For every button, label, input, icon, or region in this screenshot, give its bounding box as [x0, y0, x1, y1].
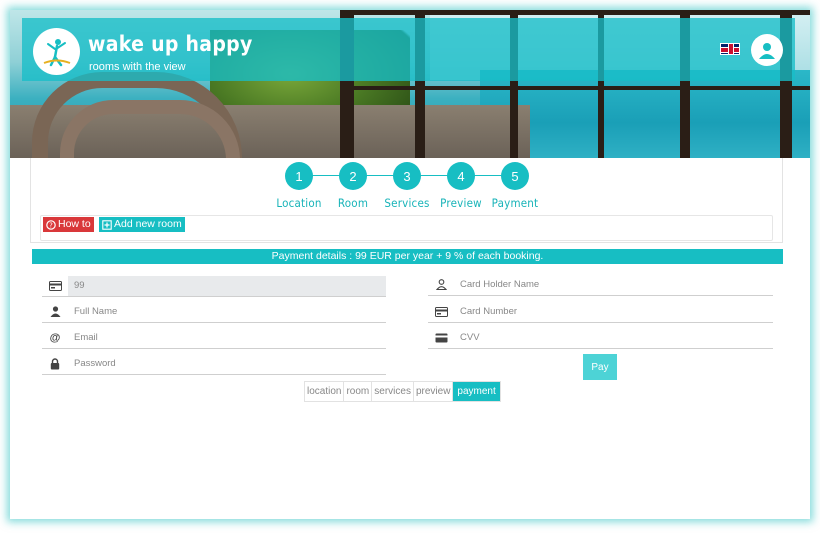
- pay-button[interactable]: Pay: [583, 354, 617, 380]
- full-name-input[interactable]: [68, 301, 386, 322]
- step-2-badge[interactable]: 2: [339, 162, 367, 190]
- brand-bar: wake up happy rooms with the view: [22, 18, 795, 81]
- brand-subtitle: rooms with the view: [89, 61, 186, 73]
- step-pager: location room services preview payment: [304, 381, 501, 402]
- user-icon: [42, 306, 68, 317]
- svg-text:?: ?: [49, 221, 53, 229]
- credit-card-icon: [42, 280, 68, 291]
- credit-card-back-icon: [428, 333, 454, 343]
- cvv-input[interactable]: [454, 327, 773, 348]
- user-outline-icon: [428, 279, 454, 290]
- user-avatar-icon[interactable]: [751, 34, 783, 66]
- lock-icon: [42, 357, 68, 370]
- amount-field[interactable]: [42, 275, 386, 297]
- email-field[interactable]: @: [42, 327, 386, 349]
- howto-label: How to: [58, 218, 91, 230]
- pager-services[interactable]: services: [372, 382, 414, 401]
- password-field[interactable]: [42, 353, 386, 375]
- card-number-input[interactable]: [454, 301, 773, 322]
- hero-banner: wake up happy rooms with the view: [10, 10, 810, 158]
- step-3-badge[interactable]: 3: [393, 162, 421, 190]
- step-4-badge[interactable]: 4: [447, 162, 475, 190]
- card-holder-field[interactable]: [428, 274, 773, 296]
- at-sign-icon: @: [49, 331, 61, 344]
- cvv-field[interactable]: [428, 327, 773, 349]
- logo[interactable]: [33, 28, 80, 75]
- amount-input[interactable]: [68, 275, 386, 296]
- card-holder-input[interactable]: [454, 274, 773, 295]
- plus-square-icon: [102, 219, 112, 230]
- pager-room[interactable]: room: [344, 382, 373, 401]
- add-room-label: Add new room: [114, 218, 182, 230]
- howto-button[interactable]: ? How to: [43, 217, 94, 232]
- card-number-field[interactable]: [428, 301, 773, 323]
- pager-payment[interactable]: payment: [453, 382, 500, 401]
- password-input[interactable]: [68, 353, 386, 374]
- pager-location[interactable]: location: [305, 382, 345, 401]
- payment-details-banner: Payment details : 99 EUR per year + 9 % …: [32, 249, 783, 264]
- brand-title: wake up happy: [88, 32, 253, 56]
- hero-beam: [340, 86, 810, 90]
- step-5-badge[interactable]: 5: [501, 162, 529, 190]
- add-room-button[interactable]: Add new room: [99, 217, 185, 232]
- hero-beam: [340, 10, 810, 15]
- question-icon: ?: [46, 219, 56, 230]
- step-label-payment[interactable]: Payment: [480, 196, 550, 210]
- credit-card-icon: [428, 306, 454, 317]
- email-input[interactable]: [68, 327, 386, 348]
- full-name-field[interactable]: [42, 301, 386, 323]
- uk-flag-icon[interactable]: [720, 43, 740, 55]
- pager-preview[interactable]: preview: [413, 382, 454, 401]
- step-1-badge[interactable]: 1: [285, 162, 313, 190]
- page-frame: wake up happy rooms with the view 1 2 3 …: [10, 10, 810, 519]
